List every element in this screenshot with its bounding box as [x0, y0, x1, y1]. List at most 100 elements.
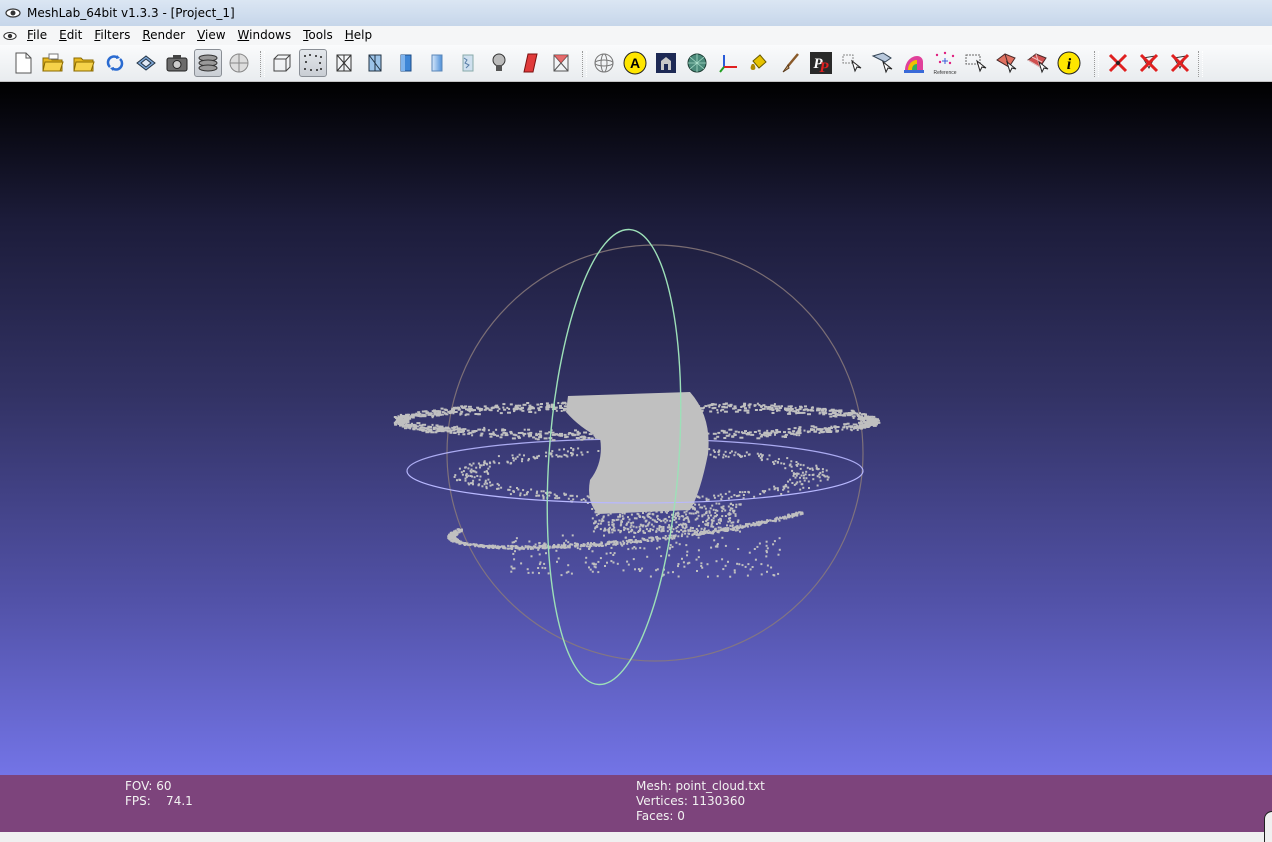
- measure-tool-icon: [842, 54, 862, 73]
- menu-windows[interactable]: Windows: [232, 26, 298, 45]
- snapshot-icon: [166, 55, 188, 72]
- svg-text:i: i: [1067, 56, 1072, 73]
- 3d-viewport[interactable]: [0, 82, 1272, 775]
- delete-vertices-button[interactable]: [1104, 49, 1132, 77]
- open-project-button[interactable]: [39, 49, 67, 77]
- pick-points-button[interactable]: PP: [807, 49, 835, 77]
- menu-view[interactable]: View: [191, 26, 231, 45]
- mesh-name-label: Mesh: point_cloud.txt: [636, 779, 765, 793]
- point-cloud: [393, 392, 881, 578]
- delete-faces-vertices-button[interactable]: [1166, 49, 1194, 77]
- paint-bucket-icon: [750, 54, 767, 70]
- quality-mapper-button[interactable]: [900, 49, 928, 77]
- raster-camera-button[interactable]: [652, 49, 680, 77]
- mesh-ball-icon: [687, 53, 707, 73]
- menu-help[interactable]: Help: [339, 26, 378, 45]
- bbox-render-button[interactable]: [268, 49, 296, 77]
- paint-brush-icon: [782, 53, 799, 73]
- manipulator-button[interactable]: [714, 49, 742, 77]
- trackball-button[interactable]: [590, 49, 618, 77]
- toolbar-separator: [1198, 51, 1203, 77]
- meshlab-eye-icon[interactable]: [3, 30, 17, 42]
- smooth-shading-button[interactable]: [423, 49, 451, 77]
- resize-handle[interactable]: [1264, 811, 1272, 842]
- trackball-icon: [594, 53, 614, 73]
- layers-button[interactable]: [194, 49, 222, 77]
- raster-icon: [229, 53, 249, 73]
- open-project-icon: [42, 53, 64, 72]
- align-tool-button[interactable]: [869, 49, 897, 77]
- new-project-icon: [15, 52, 32, 74]
- quality-mapper-icon: [904, 56, 924, 73]
- toolbar: A PP Reference i: [0, 45, 1272, 82]
- fov-label: FOV: 60: [125, 779, 172, 793]
- raster-button[interactable]: [225, 49, 253, 77]
- reference-scene-button[interactable]: Reference: [931, 49, 959, 77]
- toolbar-separator: [260, 51, 265, 77]
- selected-faces-render-button[interactable]: [547, 49, 575, 77]
- delete-faces-vertices-icon: [1170, 53, 1190, 73]
- menu-render[interactable]: Render: [136, 26, 191, 45]
- toolbar-separator: [1094, 51, 1099, 77]
- info-icon: i: [1057, 51, 1081, 75]
- new-project-button[interactable]: [9, 49, 37, 77]
- bbox-render-icon: [273, 54, 292, 72]
- backface-culling-button[interactable]: [516, 49, 544, 77]
- title-bar: MeshLab_64bit v1.3.3 - [Project_1]: [0, 0, 1272, 27]
- svg-text:P: P: [819, 60, 829, 75]
- delete-vertices-icon: [1108, 53, 1128, 73]
- reference-label: Reference: [933, 70, 956, 76]
- texture-render-button[interactable]: [454, 49, 482, 77]
- flat-shading-button[interactable]: [392, 49, 420, 77]
- select-faces-icon: [996, 53, 1017, 74]
- import-mesh-icon: [73, 57, 95, 72]
- flat-shading-icon: [400, 54, 412, 72]
- annotation-button[interactable]: A: [621, 49, 649, 77]
- points-render-button[interactable]: [299, 49, 327, 77]
- paint-bucket-button[interactable]: [745, 49, 773, 77]
- export-mesh-icon: [136, 55, 156, 71]
- delete-faces-button[interactable]: [1135, 49, 1163, 77]
- faces-count-label: Faces: 0: [636, 809, 685, 823]
- hidden-lines-render-icon: [368, 54, 382, 72]
- backface-culling-icon: [523, 53, 538, 73]
- select-vertices-button[interactable]: [962, 49, 990, 77]
- select-faces-button[interactable]: [993, 49, 1021, 77]
- scene-canvas: [393, 228, 881, 686]
- info-button[interactable]: i: [1055, 49, 1083, 77]
- import-mesh-button[interactable]: [70, 49, 98, 77]
- reload-icon: [106, 55, 124, 71]
- export-mesh-button[interactable]: [132, 49, 160, 77]
- raster-camera-icon: [656, 53, 676, 73]
- smooth-shading-icon: [431, 54, 443, 72]
- info-bar: FOV: 60 FPS: 74.1 Mesh: point_cloud.txt …: [0, 775, 1272, 832]
- fps-label: FPS: 74.1: [125, 794, 193, 808]
- menu-tools[interactable]: Tools: [297, 26, 339, 45]
- measure-tool-button[interactable]: [838, 49, 866, 77]
- vertices-count-label: Vertices: 1130360: [636, 794, 746, 808]
- mesh-ball-button[interactable]: [683, 49, 711, 77]
- window-bottom-border: [0, 832, 1272, 837]
- select-connected-button[interactable]: [1024, 49, 1052, 77]
- light-button[interactable]: [485, 49, 513, 77]
- select-vertices-icon: [965, 54, 987, 73]
- annotation-a-icon: A: [623, 51, 647, 75]
- light-bulb-icon: [492, 53, 506, 71]
- align-tool-icon: [871, 52, 893, 74]
- toolbar-separator: [582, 51, 587, 77]
- menu-file[interactable]: File: [21, 26, 53, 45]
- menu-filters[interactable]: Filters: [88, 26, 136, 45]
- snapshot-button[interactable]: [163, 49, 191, 77]
- delete-faces-icon: [1139, 53, 1159, 73]
- window-title: MeshLab_64bit v1.3.3 - [Project_1]: [27, 6, 235, 20]
- menu-edit[interactable]: Edit: [53, 26, 88, 45]
- manipulator-axes-icon: [719, 55, 737, 73]
- select-connected-icon: [1027, 53, 1049, 74]
- svg-text:A: A: [630, 55, 640, 71]
- reload-button[interactable]: [101, 49, 129, 77]
- menu-bar: File Edit Filters Render View Windows To…: [0, 26, 1272, 45]
- wireframe-render-button[interactable]: [330, 49, 358, 77]
- paint-brush-button[interactable]: [776, 49, 804, 77]
- hidden-lines-render-button[interactable]: [361, 49, 389, 77]
- meshlab-eye-icon: [5, 8, 21, 18]
